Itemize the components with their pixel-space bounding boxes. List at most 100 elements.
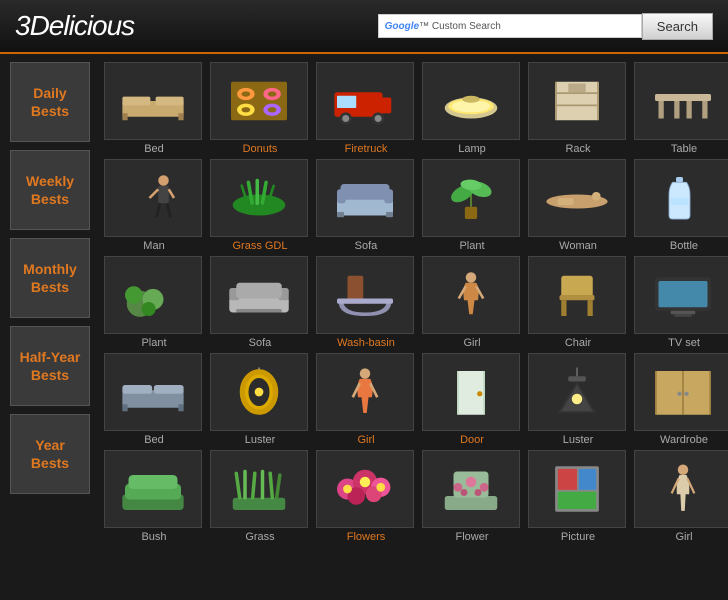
item-sofa-2[interactable]: Sofa <box>210 256 310 349</box>
item-tvset[interactable]: TV set <box>634 256 728 349</box>
rack-icon <box>542 71 612 131</box>
item-girl-2[interactable]: Girl <box>316 353 416 446</box>
wardrobe-icon <box>648 362 718 422</box>
man-icon <box>118 168 188 228</box>
row-year: Bush Grass <box>104 450 728 543</box>
sidebar-item-year[interactable]: YearBests <box>10 414 90 494</box>
item-label: Girl <box>316 434 416 446</box>
item-plant-1[interactable]: Plant <box>422 159 522 252</box>
item-label: Wardrobe <box>634 434 728 446</box>
row-daily: Bed Donuts <box>104 62 728 155</box>
item-washbasin[interactable]: Wash-basin <box>316 256 416 349</box>
item-label: Luster <box>528 434 628 446</box>
donuts-icon <box>224 71 294 131</box>
flowers-icon <box>330 459 400 519</box>
item-door[interactable]: Door <box>422 353 522 446</box>
logo-rest: Delicious <box>30 10 135 41</box>
item-label: Grass GDL <box>210 240 310 252</box>
header: 3Delicious Google™ Custom Search Search <box>0 0 728 54</box>
search-bar: Google™ Custom Search Search <box>378 13 713 40</box>
sidebar-item-daily[interactable]: DailyBests <box>10 62 90 142</box>
grass-gdl-icon <box>224 168 294 228</box>
sidebar-item-halfyear[interactable]: Half-YearBests <box>10 326 90 406</box>
item-flower[interactable]: Flower <box>422 450 522 543</box>
item-plant-2[interactable]: Plant <box>104 256 204 349</box>
logo-3: 3 <box>15 10 30 41</box>
item-picture[interactable]: Picture <box>528 450 628 543</box>
bed-icon <box>118 71 188 131</box>
item-label: TV set <box>634 337 728 349</box>
washbasin-icon <box>330 265 400 325</box>
search-input-wrap: Google™ Custom Search <box>378 14 642 38</box>
item-chair[interactable]: Chair <box>528 256 628 349</box>
item-label: Grass <box>210 531 310 543</box>
firetruck-icon <box>330 71 400 131</box>
item-label: Flowers <box>316 531 416 543</box>
item-sofa-1[interactable]: Sofa <box>316 159 416 252</box>
luster1-icon <box>224 362 294 422</box>
plant2-icon <box>118 265 188 325</box>
item-label: Table <box>634 143 728 155</box>
item-bed-2[interactable]: Bed <box>104 353 204 446</box>
door-icon <box>436 362 506 422</box>
main-content: DailyBests WeeklyBests MonthlyBests Half… <box>0 54 728 555</box>
item-woman[interactable]: Woman <box>528 159 628 252</box>
item-table-1[interactable]: Table <box>634 62 728 155</box>
item-firetruck[interactable]: Firetruck <box>316 62 416 155</box>
item-label: Luster <box>210 434 310 446</box>
chair-icon <box>542 265 612 325</box>
item-label: Donuts <box>210 143 310 155</box>
item-label: Plant <box>104 337 204 349</box>
woman-icon <box>542 168 612 228</box>
item-label: Bed <box>104 143 204 155</box>
grid-area: Bed Donuts <box>100 54 728 555</box>
girl3-icon <box>648 459 718 519</box>
item-bush[interactable]: Bush <box>104 450 204 543</box>
logo: 3Delicious <box>15 10 134 42</box>
bed2-icon <box>118 362 188 422</box>
item-donuts[interactable]: Donuts <box>210 62 310 155</box>
grass-icon <box>224 459 294 519</box>
item-grass-gdl[interactable]: Grass GDL <box>210 159 310 252</box>
item-lamp[interactable]: Lamp <box>422 62 522 155</box>
sidebar-item-weekly[interactable]: WeeklyBests <box>10 150 90 230</box>
item-luster-1[interactable]: Luster <box>210 353 310 446</box>
item-label: Bed <box>104 434 204 446</box>
item-label: Firetruck <box>316 143 416 155</box>
item-man[interactable]: Man <box>104 159 204 252</box>
item-label: Sofa <box>210 337 310 349</box>
item-rack[interactable]: Rack <box>528 62 628 155</box>
item-bottle[interactable]: Bottle <box>634 159 728 252</box>
google-label: Google™ Custom Search <box>385 21 501 32</box>
sofa-icon <box>330 168 400 228</box>
search-button[interactable]: Search <box>642 13 713 40</box>
row-halfyear: Bed Luster <box>104 353 728 446</box>
bottle-icon <box>648 168 718 228</box>
sidebar-item-monthly[interactable]: MonthlyBests <box>10 238 90 318</box>
row-monthly: Plant Sofa <box>104 256 728 349</box>
item-label: Rack <box>528 143 628 155</box>
item-flowers[interactable]: Flowers <box>316 450 416 543</box>
lamp-icon <box>436 71 506 131</box>
girl2-icon <box>330 362 400 422</box>
item-luster-2[interactable]: Luster <box>528 353 628 446</box>
item-girl-3[interactable]: Girl <box>634 450 728 543</box>
item-label: Girl <box>422 337 522 349</box>
item-grass[interactable]: Grass <box>210 450 310 543</box>
item-label: Flower <box>422 531 522 543</box>
tvset-icon <box>648 265 718 325</box>
search-input[interactable] <box>505 19 635 33</box>
row-weekly: Man Grass GDL <box>104 159 728 252</box>
bush-icon <box>118 459 188 519</box>
item-label: Man <box>104 240 204 252</box>
item-girl-1[interactable]: Girl <box>422 256 522 349</box>
item-label: Plant <box>422 240 522 252</box>
item-wardrobe[interactable]: Wardrobe <box>634 353 728 446</box>
item-bed-1[interactable]: Bed <box>104 62 204 155</box>
picture-icon <box>542 459 612 519</box>
plant-icon <box>436 168 506 228</box>
sidebar: DailyBests WeeklyBests MonthlyBests Half… <box>0 54 100 555</box>
item-label: Door <box>422 434 522 446</box>
item-label: Woman <box>528 240 628 252</box>
item-label: Chair <box>528 337 628 349</box>
